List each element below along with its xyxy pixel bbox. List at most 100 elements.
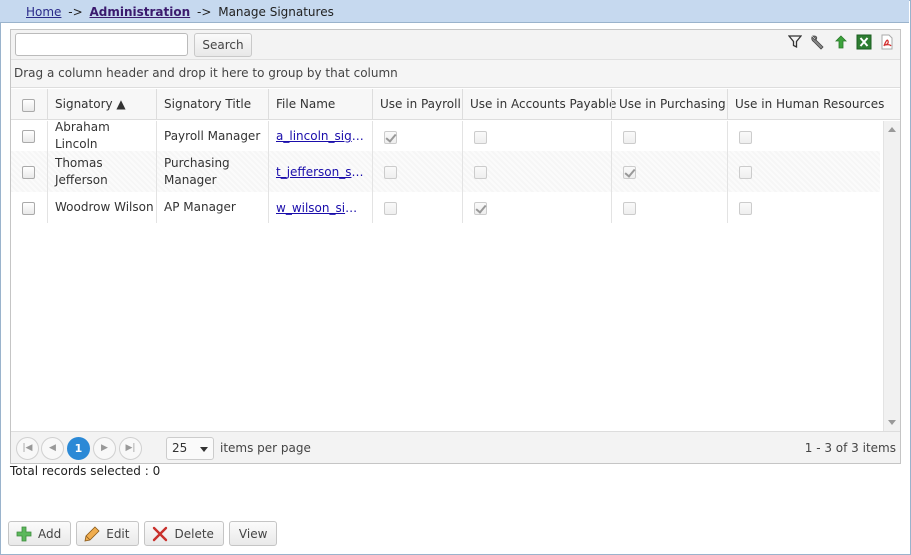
excel-export-icon[interactable] [855, 33, 873, 51]
select-all-header [11, 89, 47, 120]
action-buttons: Add Edit Delete View [8, 521, 278, 546]
signatory-title: AP Manager [164, 200, 236, 214]
signatory-name: Woodrow Wilson [55, 200, 154, 214]
use-in-human-resources-checkbox [739, 131, 752, 144]
scroll-up-arrow-icon[interactable] [888, 127, 896, 132]
breadcrumb-separator: -> [68, 5, 83, 19]
column-header-file-name[interactable]: File Name [268, 89, 372, 120]
edit-button-label: Edit [106, 526, 130, 541]
file-name-link[interactable]: w_wilson_signature.png [276, 201, 364, 215]
items-per-page-label: items per page [220, 441, 311, 455]
grid-toolbar: Search [11, 30, 900, 60]
use-in-payroll-checkbox [384, 166, 397, 179]
column-header-use-in-payroll[interactable]: Use in Payroll [372, 89, 462, 120]
use-in-purchasing-checkbox [623, 202, 636, 215]
column-header-use-in-human-resources[interactable]: Use in Human Resources [727, 89, 900, 120]
column-header-use-in-accounts-payable[interactable]: Use in Accounts Payable [462, 89, 616, 120]
use-in-purchasing-checkbox [623, 131, 636, 144]
next-page-button[interactable]: ▶ [93, 437, 116, 460]
cell-use-in-purchasing [611, 151, 727, 192]
row-select-checkbox[interactable] [22, 130, 35, 143]
use-in-accounts-payable-checkbox [474, 166, 487, 179]
column-header-signatory[interactable]: Signatory ▲ [47, 89, 156, 120]
breadcrumb: Home -> Administration -> Manage Signatu… [0, 0, 909, 23]
use-in-payroll-checkbox [384, 131, 397, 144]
add-button[interactable]: Add [8, 521, 72, 546]
file-name-link[interactable]: t_jefferson_signature.png [276, 165, 364, 179]
filter-icon[interactable] [786, 33, 804, 51]
cell-use-in-human-resources [727, 192, 880, 223]
vertical-scrollbar[interactable] [883, 121, 900, 431]
use-in-accounts-payable-checkbox [474, 202, 487, 215]
cell-signatory: Thomas Jefferson [47, 151, 156, 192]
select-all-checkbox[interactable] [22, 99, 35, 112]
page-size-value: 25 [172, 441, 188, 455]
cell-signatory: Abraham Lincoln [47, 121, 156, 151]
pager-info: 1 - 3 of 3 items [804, 441, 896, 455]
row-select-cell [11, 192, 47, 223]
total-records-selected: Total records selected : 0 [10, 464, 161, 478]
scroll-down-arrow-icon[interactable] [888, 420, 896, 425]
cell-signatory-title: AP Manager [156, 192, 268, 223]
breadcrumb-administration-link[interactable]: Administration [89, 5, 190, 19]
signatory-name: Thomas Jefferson [55, 155, 108, 187]
use-in-payroll-checkbox [384, 202, 397, 215]
row-select-cell [11, 121, 47, 151]
view-button[interactable]: View [228, 521, 278, 546]
file-name-link[interactable]: a_lincoln_signature.png [276, 129, 364, 143]
search-button[interactable]: Search [194, 33, 252, 57]
use-in-accounts-payable-checkbox [474, 131, 487, 144]
breadcrumb-home-link[interactable]: Home [26, 5, 61, 19]
cell-signatory: Woodrow Wilson [47, 192, 156, 223]
cell-signatory-title: Payroll Manager [156, 121, 268, 151]
table-row[interactable]: Woodrow Wilson AP Manager w_wilson_signa… [11, 192, 880, 223]
group-by-drop-area[interactable]: Drag a column header and drop it here to… [11, 60, 900, 88]
first-page-button[interactable]: |◀ [16, 437, 39, 460]
use-in-purchasing-checkbox [623, 166, 636, 179]
table-row[interactable]: Thomas Jefferson Purchasing Manager t_je… [11, 151, 880, 192]
grid-body: Abraham Lincoln Payroll Manager a_lincol… [11, 121, 900, 431]
page-size-select[interactable]: 25 [166, 437, 214, 460]
signatory-title: Payroll Manager [164, 128, 261, 143]
cell-use-in-human-resources [727, 121, 880, 151]
edit-button[interactable]: Edit [76, 521, 140, 546]
add-button-label: Add [38, 526, 62, 541]
pencil-icon [84, 525, 100, 542]
cell-use-in-accounts-payable [462, 121, 611, 151]
cell-use-in-payroll [372, 192, 462, 223]
row-select-checkbox[interactable] [22, 166, 35, 179]
signatures-grid: Search Drag a column header and drop it … [10, 29, 901, 464]
column-header-use-in-purchasing[interactable]: Use in Purchasing [611, 89, 727, 120]
grid-header: Signatory ▲ Signatory Title File Name Us… [11, 89, 900, 120]
search-input[interactable] [15, 33, 188, 56]
signatory-title: Purchasing Manager [164, 155, 230, 187]
cell-file-name: w_wilson_signature.png [268, 192, 372, 223]
wrench-icon[interactable] [809, 33, 827, 51]
refresh-export-icon[interactable] [832, 33, 850, 51]
cell-use-in-payroll [372, 121, 462, 151]
toolbar-icons [786, 33, 896, 51]
cell-use-in-payroll [372, 151, 462, 192]
plus-icon [16, 526, 32, 542]
delete-button-label: Delete [174, 526, 214, 541]
pdf-export-icon[interactable] [878, 33, 896, 51]
last-page-button[interactable]: ▶| [119, 437, 142, 460]
chevron-down-icon [200, 447, 208, 452]
cell-file-name: a_lincoln_signature.png [268, 121, 372, 151]
breadcrumb-current: Manage Signatures [218, 5, 334, 19]
cell-use-in-purchasing [611, 121, 727, 151]
row-select-checkbox[interactable] [22, 202, 35, 215]
close-icon [152, 526, 168, 542]
delete-button[interactable]: Delete [144, 521, 224, 546]
signatory-name: Abraham Lincoln [55, 121, 110, 151]
cell-use-in-accounts-payable [462, 192, 611, 223]
breadcrumb-separator: -> [197, 5, 212, 19]
cell-file-name: t_jefferson_signature.png [268, 151, 372, 192]
current-page-button[interactable]: 1 [67, 437, 90, 460]
previous-page-button[interactable]: ◀ [41, 437, 64, 460]
table-row[interactable]: Abraham Lincoln Payroll Manager a_lincol… [11, 121, 880, 151]
column-header-signatory-title[interactable]: Signatory Title [156, 89, 268, 120]
grid-pager: |◀ ◀ 1 ▶ ▶| 25 items per page 1 - 3 of 3… [11, 431, 900, 463]
row-select-cell [11, 151, 47, 192]
cell-use-in-accounts-payable [462, 151, 611, 192]
